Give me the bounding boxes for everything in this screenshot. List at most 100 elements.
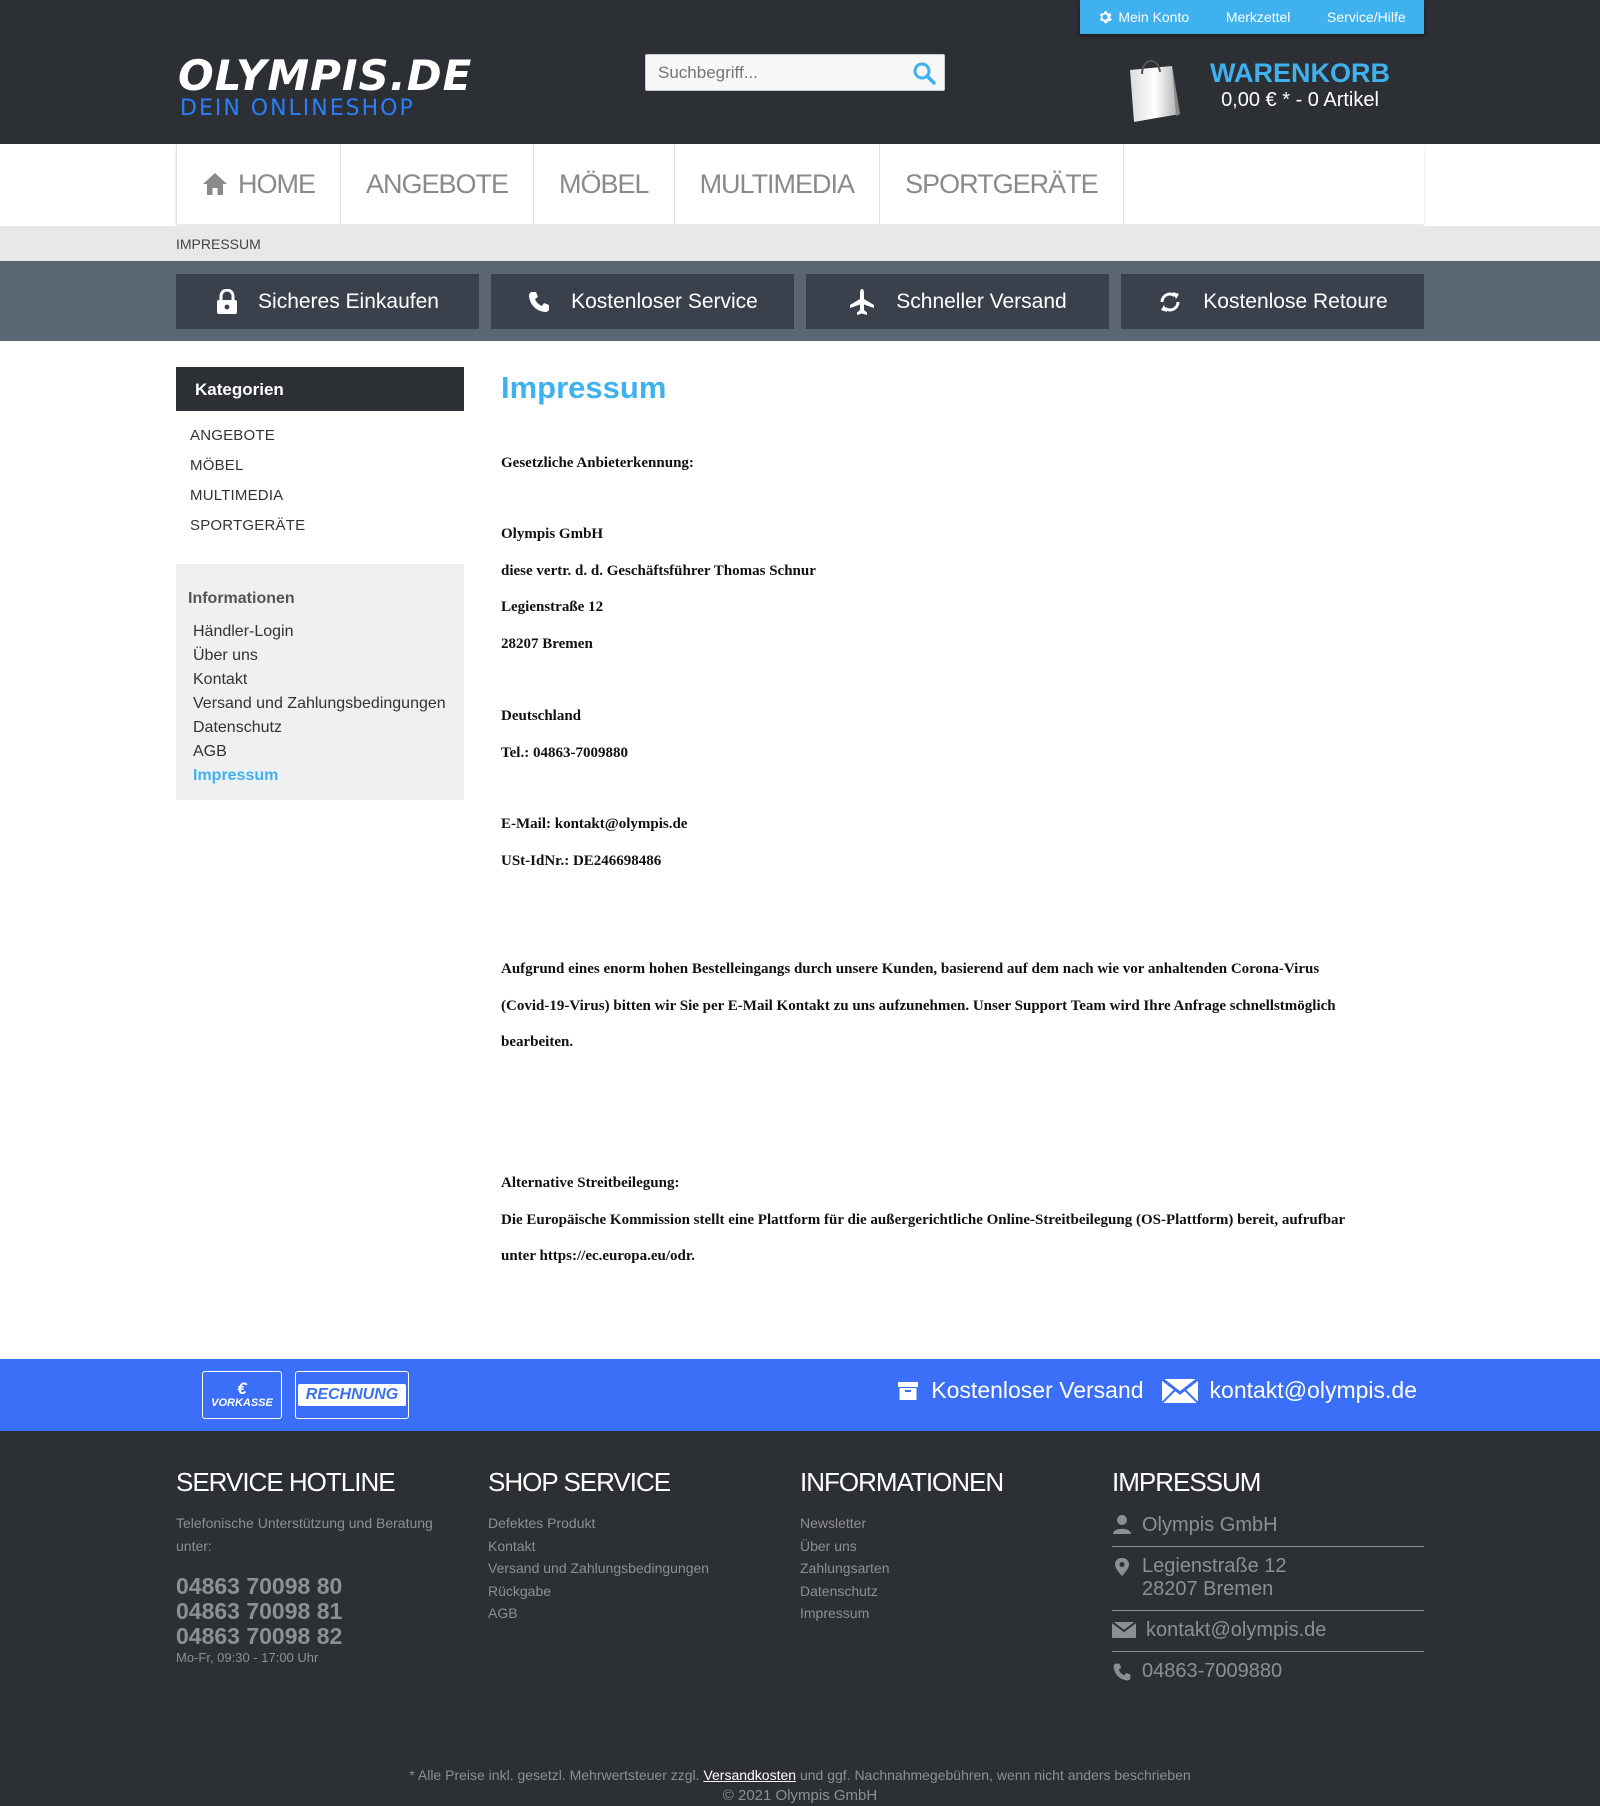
- main-content: Impressum: [501, 370, 1424, 406]
- usp-free-return: Kostenlose Retoure: [1121, 274, 1424, 329]
- site-footer: SERVICE HOTLINE Telefonische Unterstützu…: [0, 1431, 1600, 1806]
- vat-id: USt-IdNr.: DE246698486: [501, 853, 662, 869]
- footer-link[interactable]: Newsletter: [800, 1512, 1100, 1535]
- footer-link[interactable]: Impressum: [800, 1602, 1100, 1625]
- hotline-text: Telefonische Unterstützung und Beratung …: [176, 1515, 433, 1554]
- phone: Tel.: 04863-7009880: [501, 745, 628, 761]
- my-account-link[interactable]: Mein Konto: [1098, 9, 1189, 25]
- company-name: Olympis GmbH: [501, 526, 604, 542]
- footer-address-row: Legienstraße 12 28207 Bremen: [1112, 1547, 1424, 1611]
- notice-line: bearbeiten.: [501, 1034, 574, 1050]
- user-icon: [1113, 1515, 1131, 1534]
- nav-moebel[interactable]: MÖBEL: [534, 144, 675, 224]
- wishlist-link[interactable]: Merkzettel: [1226, 9, 1291, 25]
- country: Deutschland: [501, 708, 582, 724]
- phone-icon: [1113, 1663, 1131, 1681]
- search-input[interactable]: [646, 55, 904, 90]
- footer-hotline: SERVICE HOTLINE Telefonische Unterstützu…: [176, 1467, 456, 1667]
- archive-icon: [898, 1381, 919, 1400]
- gear-icon: [1100, 11, 1113, 24]
- page-title: Impressum: [501, 370, 667, 405]
- category-item-sportgeraete[interactable]: SPORTGERÄTE: [190, 516, 305, 546]
- footer-city: 28207 Bremen: [1142, 1578, 1274, 1600]
- vorkasse-badge: € VORKASSE: [202, 1371, 282, 1419]
- free-shipping-label: Kostenloser Versand: [931, 1377, 1144, 1403]
- footer-shop-service: SHOP SERVICE Defektes Produkt Kontakt Ve…: [488, 1467, 788, 1625]
- footer-link[interactable]: Defektes Produkt: [488, 1512, 788, 1535]
- hotline-phone[interactable]: 04863 70098 80: [176, 1574, 456, 1599]
- usp-label: Kostenlose Retoure: [1203, 289, 1388, 313]
- hotline-phone[interactable]: 04863 70098 81: [176, 1599, 456, 1624]
- shopping-bag-icon[interactable]: [1124, 54, 1182, 124]
- my-account-label: Mein Konto: [1118, 9, 1190, 25]
- category-item-angebote[interactable]: ANGEBOTE: [190, 426, 305, 456]
- info-item-datenschutz[interactable]: Datenschutz: [193, 718, 446, 742]
- info-item-kontakt[interactable]: Kontakt: [193, 670, 446, 694]
- payment-bar: € VORKASSE RECHNUNG Kostenloser Versand …: [0, 1359, 1600, 1431]
- nav-home[interactable]: HOME: [176, 144, 341, 224]
- price-note-text: * Alle Preise inkl. gesetzl. Mehrwertste…: [409, 1767, 704, 1783]
- usp-free-service: Kostenloser Service: [491, 274, 794, 329]
- search-icon: [913, 62, 936, 85]
- dispute-label: Alternative Streitbeilegung:: [501, 1175, 680, 1191]
- usp-label: Kostenloser Service: [571, 289, 758, 313]
- footer-heading: IMPRESSUM: [1112, 1467, 1261, 1497]
- info-item-ueber-uns[interactable]: Über uns: [193, 646, 446, 670]
- copyright: © 2021 Olympis GmbH: [722, 1787, 878, 1804]
- information-list: Händler-Login Über uns Kontakt Versand u…: [193, 622, 446, 790]
- provider-label: Gesetzliche Anbieterkennung:: [501, 455, 694, 471]
- footer-email: kontakt@olympis.de: [1146, 1619, 1327, 1641]
- cart-total: 0,00 € * - 0 Artikel: [1221, 89, 1379, 111]
- hotline-hours: Mo-Fr, 09:30 - 17:00 Uhr: [176, 1650, 319, 1665]
- nav-sportgeraete[interactable]: SPORTGERÄTE: [880, 144, 1124, 224]
- airplane-icon: [850, 288, 875, 315]
- info-item-impressum[interactable]: Impressum: [193, 766, 446, 790]
- usp-bar: Sicheres Einkaufen Kostenloser Service S…: [0, 261, 1600, 341]
- nav-angebote[interactable]: ANGEBOTE: [341, 144, 535, 224]
- phone-icon: [529, 291, 550, 312]
- info-item-agb[interactable]: AGB: [193, 742, 446, 766]
- euro-icon: €: [237, 1379, 247, 1398]
- refresh-icon: [1160, 291, 1180, 312]
- contact-email-info[interactable]: kontakt@olympis.de: [1161, 1377, 1417, 1404]
- category-item-moebel[interactable]: MÖBEL: [190, 456, 305, 486]
- category-list: ANGEBOTE MÖBEL MULTIMEDIA SPORTGERÄTE: [190, 426, 305, 546]
- map-pin-icon: [1115, 1558, 1129, 1576]
- info-item-haendler-login[interactable]: Händler-Login: [193, 622, 446, 646]
- footer-phone-row[interactable]: 04863-7009880: [1112, 1652, 1424, 1692]
- footer-phone: 04863-7009880: [1142, 1660, 1283, 1682]
- service-help-link[interactable]: Service/Hilfe: [1327, 9, 1406, 25]
- info-item-versand[interactable]: Versand und Zahlungsbedingungen: [193, 694, 446, 718]
- footer-email-row[interactable]: kontakt@olympis.de: [1112, 1611, 1424, 1652]
- footer-link[interactable]: Zahlungsarten: [800, 1557, 1100, 1580]
- footer-heading: SERVICE HOTLINE: [176, 1467, 396, 1497]
- footer-heading: INFORMATIONEN: [800, 1467, 1004, 1497]
- breadcrumb[interactable]: IMPRESSUM: [176, 236, 261, 252]
- top-service-bar: Mein Konto Merkzettel Service/Hilfe: [1080, 0, 1424, 34]
- usp-label: Schneller Versand: [896, 289, 1067, 313]
- street: Legienstraße 12: [501, 599, 604, 615]
- email: E-Mail: kontakt@olympis.de: [501, 816, 688, 832]
- nav-multimedia[interactable]: MULTIMEDIA: [675, 144, 881, 224]
- vorkasse-label: VORKASSE: [211, 1397, 273, 1409]
- cart-summary[interactable]: WARENKORB 0,00 € * - 0 Artikel: [1200, 58, 1400, 112]
- information-box: Informationen Händler-Login Über uns Kon…: [176, 564, 464, 800]
- footer-link[interactable]: Rückgabe: [488, 1580, 788, 1603]
- search-button[interactable]: [904, 55, 944, 90]
- usp-label: Sicheres Einkaufen: [258, 289, 439, 313]
- footer-link[interactable]: Kontakt: [488, 1535, 788, 1558]
- home-icon: [203, 173, 227, 195]
- logo-tagline: DEIN ONLINESHOP: [180, 96, 415, 121]
- footer-link[interactable]: AGB: [488, 1602, 788, 1625]
- shipping-costs-link[interactable]: Versandkosten: [703, 1767, 796, 1783]
- footer-link[interactable]: Über uns: [800, 1535, 1100, 1558]
- envelope-icon: [1161, 1378, 1198, 1403]
- information-heading: Informationen: [188, 590, 295, 607]
- hotline-phone[interactable]: 04863 70098 82: [176, 1624, 456, 1649]
- site-logo[interactable]: OLYMPIS.DE DEIN ONLINESHOP: [178, 54, 472, 120]
- footer-link[interactable]: Versand und Zahlungsbedingungen: [488, 1557, 788, 1580]
- category-item-multimedia[interactable]: MULTIMEDIA: [190, 486, 305, 516]
- footer-link[interactable]: Datenschutz: [800, 1580, 1100, 1603]
- main-navigation: HOME ANGEBOTE MÖBEL MULTIMEDIA SPORTGERÄ…: [176, 144, 1424, 224]
- representative: diese vertr. d. d. Geschäftsführer Thoma…: [501, 563, 816, 579]
